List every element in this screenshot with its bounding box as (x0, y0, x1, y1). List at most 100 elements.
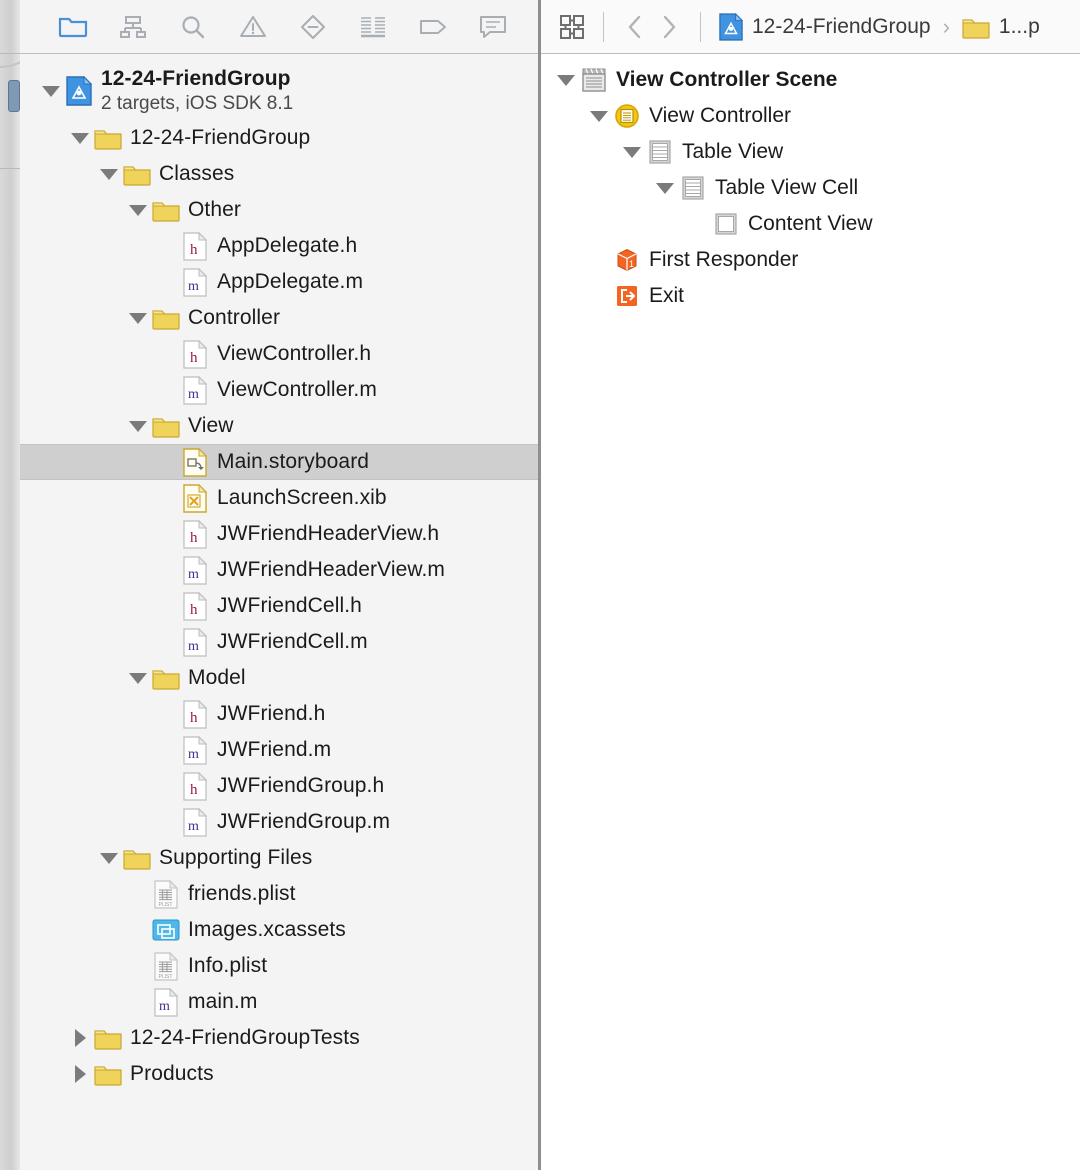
svg-text:m: m (188, 279, 199, 294)
file-row[interactable]: Images.xcassets (20, 912, 538, 948)
svg-text:h: h (190, 350, 198, 366)
file-row[interactable]: Products (20, 1056, 538, 1092)
file-row[interactable]: PLIST Info.plist (20, 948, 538, 984)
file-row[interactable]: Model (20, 660, 538, 696)
file-row[interactable]: h JWFriendCell.h (20, 588, 538, 624)
disclosure-triangle[interactable] (67, 132, 93, 144)
outline-row[interactable]: 1 First Responder (541, 242, 1080, 278)
content-view-icon (711, 211, 741, 237)
svg-text:m: m (188, 639, 199, 654)
file-row[interactable]: m JWFriendGroup.m (20, 804, 538, 840)
file-row[interactable]: 12-24-FriendGroup (20, 120, 538, 156)
disclosure-triangle[interactable] (125, 312, 151, 324)
find-navigator-icon[interactable] (176, 12, 210, 42)
file-row[interactable]: Controller (20, 300, 538, 336)
disclosure-triangle[interactable] (553, 74, 579, 86)
outline-row[interactable]: View Controller Scene (541, 62, 1080, 98)
svg-text:h: h (190, 242, 198, 258)
header-file-icon: h (180, 339, 210, 369)
table-view-cell-icon (678, 175, 708, 201)
project-root-row[interactable]: 12-24-FriendGroup 2 targets, iOS SDK 8.1 (20, 62, 538, 120)
breadcrumb-item[interactable]: 12-24-FriendGroup (715, 12, 935, 41)
disclosure-triangle[interactable] (67, 1065, 93, 1083)
report-navigator-icon[interactable] (356, 12, 390, 42)
folder-icon (151, 198, 181, 222)
source-file-icon: m (180, 807, 210, 837)
folder-icon (93, 1062, 123, 1086)
document-outline-panel: 12-24-FriendGroup › 1...p View Controller… (541, 0, 1080, 1170)
svg-text:m: m (188, 819, 199, 834)
outline-row[interactable]: View Controller (541, 98, 1080, 134)
xcassets-icon (151, 918, 181, 942)
scene-outline-tree[interactable]: View Controller Scene View Controller Ta… (541, 54, 1080, 1170)
file-row[interactable]: Classes (20, 156, 538, 192)
file-row-label: Images.xcassets (188, 918, 346, 941)
outline-row-label: Exit (649, 284, 685, 307)
file-row[interactable]: PLIST friends.plist (20, 876, 538, 912)
disclosure-triangle[interactable] (125, 420, 151, 432)
source-file-icon: m (180, 555, 210, 585)
folder-icon (93, 126, 123, 150)
file-row-label: LaunchScreen.xib (217, 486, 387, 509)
disclosure-triangle[interactable] (125, 204, 151, 216)
outline-row[interactable]: Table View Cell (541, 170, 1080, 206)
project-file-tree[interactable]: 12-24-FriendGroup 2 targets, iOS SDK 8.1… (20, 54, 538, 1170)
file-row-label: Classes (159, 162, 235, 185)
file-row[interactable]: 12-24-FriendGroupTests (20, 1020, 538, 1056)
outline-row[interactable]: Table View (541, 134, 1080, 170)
file-row[interactable]: h JWFriendHeaderView.h (20, 516, 538, 552)
file-row[interactable]: m JWFriend.m (20, 732, 538, 768)
file-row[interactable]: m main.m (20, 984, 538, 1020)
file-row-label: 12-24-FriendGroupTests (130, 1026, 360, 1049)
first-responder-icon: 1 (612, 247, 642, 273)
related-items-icon[interactable] (555, 10, 589, 44)
file-row-label: Info.plist (188, 954, 268, 977)
file-row[interactable]: m ViewController.m (20, 372, 538, 408)
folder-icon (151, 306, 181, 330)
file-row[interactable]: m JWFriendCell.m (20, 624, 538, 660)
project-root-disclosure[interactable] (38, 85, 64, 97)
disclosure-triangle[interactable] (125, 672, 151, 684)
outline-row[interactable]: Content View (541, 206, 1080, 242)
project-navigator-icon[interactable] (56, 12, 90, 42)
file-row[interactable]: h ViewController.h (20, 336, 538, 372)
scene-icon (579, 67, 609, 93)
file-row[interactable]: m AppDelegate.m (20, 264, 538, 300)
file-row[interactable]: m JWFriendHeaderView.m (20, 552, 538, 588)
file-row-label: JWFriendCell.h (217, 594, 362, 617)
file-row[interactable]: Other (20, 192, 538, 228)
file-row[interactable]: View (20, 408, 538, 444)
disclosure-triangle[interactable] (96, 168, 122, 180)
source-file-icon: m (180, 375, 210, 405)
svg-text:PLIST: PLIST (159, 974, 173, 980)
disclosure-triangle[interactable] (96, 852, 122, 864)
debug-navigator-icon[interactable] (416, 12, 450, 42)
header-file-icon: h (180, 699, 210, 729)
file-row[interactable]: h JWFriendGroup.h (20, 768, 538, 804)
file-row-selected[interactable]: Main.storyboard (20, 444, 538, 480)
file-row[interactable]: Supporting Files (20, 840, 538, 876)
file-row-label: JWFriend.h (217, 702, 326, 725)
storyboard-icon (180, 447, 210, 477)
log-navigator-icon[interactable] (476, 12, 510, 42)
file-row[interactable]: h AppDelegate.h (20, 228, 538, 264)
chevron-left-icon[interactable] (618, 10, 652, 44)
file-row[interactable]: LaunchScreen.xib (20, 480, 538, 516)
issue-navigator-icon[interactable] (236, 12, 270, 42)
disclosure-triangle[interactable] (652, 182, 678, 194)
disclosure-triangle[interactable] (67, 1029, 93, 1047)
disclosure-triangle[interactable] (619, 146, 645, 158)
breadcrumb-item[interactable]: 1...p (958, 15, 1044, 39)
source-file-icon: m (180, 627, 210, 657)
file-row-label: AppDelegate.m (217, 270, 364, 293)
symbol-navigator-icon[interactable] (116, 12, 150, 42)
file-row-label: Controller (188, 306, 281, 329)
navigator-toolbar (20, 0, 538, 54)
test-navigator-icon[interactable] (296, 12, 330, 42)
disclosure-triangle[interactable] (586, 110, 612, 122)
chevron-right-icon[interactable] (652, 10, 686, 44)
svg-text:m: m (159, 999, 170, 1014)
outline-row[interactable]: Exit (541, 278, 1080, 314)
file-row[interactable]: h JWFriend.h (20, 696, 538, 732)
xib-icon (180, 483, 210, 513)
